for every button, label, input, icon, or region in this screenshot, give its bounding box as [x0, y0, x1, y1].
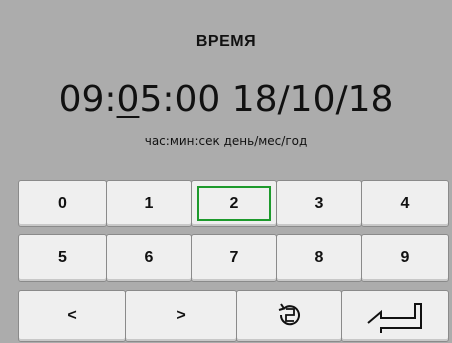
- keypad: 0 1 2 3 4 5 6 7 8 9 < >: [0, 0, 452, 343]
- key-label: 4: [400, 194, 410, 212]
- reset-icon: [273, 300, 305, 332]
- cursor-right-label: >: [176, 307, 186, 324]
- key-label: 0: [58, 194, 67, 212]
- key-9[interactable]: 9: [361, 234, 449, 282]
- key-5[interactable]: 5: [18, 234, 107, 282]
- enter-icon: [365, 299, 425, 333]
- enter-button[interactable]: [341, 290, 449, 342]
- key-label: 5: [58, 249, 67, 266]
- reset-button[interactable]: [236, 290, 342, 342]
- key-label: 2: [229, 194, 239, 212]
- key-1[interactable]: 1: [106, 180, 192, 227]
- key-0[interactable]: 0: [18, 180, 107, 227]
- key-label: 8: [314, 249, 324, 266]
- key-label: 7: [229, 249, 239, 266]
- key-label: 6: [144, 249, 154, 266]
- key-6[interactable]: 6: [106, 234, 192, 282]
- cursor-left-button[interactable]: <: [18, 290, 126, 342]
- key-4[interactable]: 4: [361, 180, 449, 227]
- cursor-right-button[interactable]: >: [125, 290, 237, 342]
- cursor-left-label: <: [67, 307, 77, 324]
- key-8[interactable]: 8: [276, 234, 362, 282]
- key-2[interactable]: 2: [191, 180, 277, 227]
- key-label: 3: [314, 194, 324, 212]
- key-3[interactable]: 3: [276, 180, 362, 227]
- key-label: 1: [144, 194, 154, 212]
- key-label: 9: [400, 249, 410, 266]
- key-7[interactable]: 7: [191, 234, 277, 282]
